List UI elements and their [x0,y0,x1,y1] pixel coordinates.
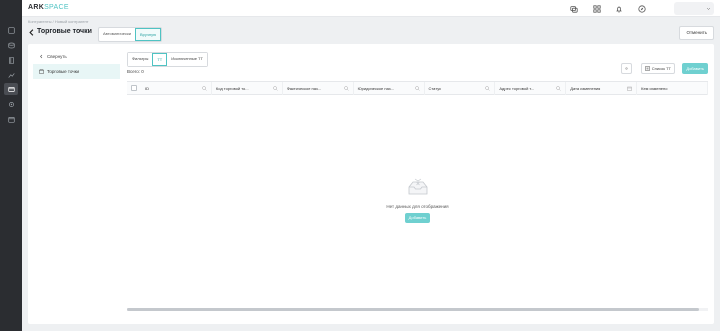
store-list-button[interactable]: Список ТТ [640,63,675,74]
column-header-status[interactable]: Статус [425,81,496,95]
add-button[interactable]: Добавить [682,63,708,74]
settings-button[interactable] [621,63,632,74]
search-icon[interactable] [556,85,561,91]
top-bar: ARKSPACE [22,0,720,17]
left-nav-rail [0,0,22,331]
column-header-date-modified[interactable]: Дата изменения [566,81,638,95]
empty-add-button[interactable]: Добавить [404,213,431,223]
nav-chart-icon[interactable] [4,69,18,81]
stores-table: ID Код торговой то... Фактическое наз...… [127,81,708,311]
column-header-legal-name[interactable]: Юридическое наз... [354,81,425,95]
search-icon[interactable] [414,85,420,91]
nav-settings-icon[interactable] [4,98,18,110]
scrollbar-thumb[interactable] [127,308,699,311]
nav-database-icon[interactable] [4,39,18,51]
view-tabs: Фильтры ТТ Исключенные ТТ [127,52,208,67]
tab-stores[interactable]: ТТ [152,53,168,66]
calendar-icon[interactable] [627,86,632,91]
tab-excluded-stores[interactable]: Исключенные ТТ [167,53,207,66]
compass-icon[interactable] [637,4,646,13]
apps-grid-icon[interactable] [592,4,601,13]
mode-auto-option[interactable]: Автоматически [99,28,135,41]
nav-counterparties-icon[interactable] [4,83,18,95]
page-title: Торговые точки [37,28,92,35]
stores-content: Фильтры ТТ Исключенные ТТ Всего: 0 Списо… [127,49,708,319]
horizontal-scrollbar[interactable] [127,308,708,311]
chevron-down-icon [706,7,711,10]
sidebar-item-label: Свернуть [47,54,67,59]
back-arrow-icon[interactable] [28,28,35,37]
search-icon[interactable] [273,85,278,91]
nav-book-icon[interactable] [4,54,18,66]
section-sidebar: Свернуть Торговые точки [33,49,120,317]
nav-calendar-icon[interactable] [4,113,18,125]
column-header-address[interactable]: Адрес торговой т... [495,81,567,95]
page-header: Торговые точки Автоматически Вручную Отм… [28,25,714,42]
column-header-modified-by[interactable]: Кем изменено [637,81,708,95]
empty-inbox-icon [408,178,427,195]
nav-home-icon[interactable] [4,24,18,36]
gear-icon [625,67,628,70]
total-count: Всего: 0 [127,69,144,74]
cancel-button[interactable]: Отменить [679,26,714,40]
breadcrumb[interactable]: Контрагенты / Новый контрагент [28,19,89,24]
select-all-cell [127,85,141,91]
main-card: Свернуть Торговые точки Фильтры ТТ Исклю… [28,44,714,324]
mode-toggle: Автоматически Вручную [98,27,163,42]
table-header: ID Код торговой то... Фактическое наз...… [127,81,708,95]
empty-message: Нет данных для отображения [386,204,449,209]
user-menu[interactable] [674,2,714,15]
search-icon[interactable] [202,85,207,91]
bell-icon[interactable] [614,4,623,13]
search-icon[interactable] [485,85,491,91]
app-logo[interactable]: ARKSPACE [28,4,69,11]
column-header-id[interactable]: ID [141,81,212,95]
chevron-left-icon [40,54,43,59]
select-all-checkbox[interactable] [131,85,137,91]
search-icon[interactable] [343,85,349,91]
column-header-code[interactable]: Код торговой то... [212,81,283,95]
empty-state: Нет данных для отображения Добавить [127,178,708,223]
sidebar-item-label: Торговые точки [47,69,80,74]
tab-filters[interactable]: Фильтры [128,53,153,66]
column-header-actual-name[interactable]: Фактическое наз... [283,81,354,95]
chat-icon[interactable] [569,4,578,13]
sidebar-item-stores[interactable]: Торговые точки [33,64,120,79]
mode-manual-option[interactable]: Вручную [134,28,162,41]
list-icon [644,66,650,71]
store-list-label: Список ТТ [651,66,671,71]
store-icon [39,69,44,74]
sidebar-item-collapse[interactable]: Свернуть [33,49,120,64]
